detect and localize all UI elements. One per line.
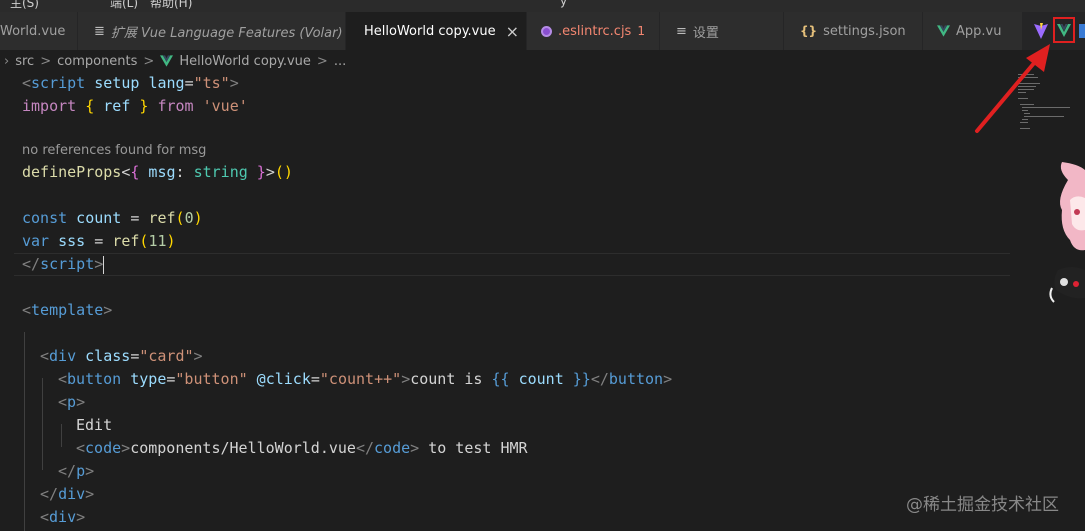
tab-label: App.vu [956, 23, 1002, 39]
code-line: const count = ref(0) [22, 209, 203, 227]
tab-app-vue[interactable]: App.vu [923, 12, 1023, 50]
codelens-references[interactable]: no references found for msg [22, 141, 206, 161]
code-line: import { ref } from 'vue' [22, 97, 248, 115]
vue-icon [937, 25, 950, 37]
editor-tab-bar: World.vue ≣ 扩展 Vue Language Features (Vo… [0, 12, 1085, 50]
settings-icon: ≡ [676, 23, 687, 39]
minimap-line [1018, 83, 1040, 84]
breadcrumb-separator: > [143, 53, 155, 69]
anime-character-image [1049, 162, 1085, 303]
minimap-line [1022, 119, 1028, 120]
eslint-dot-icon [541, 25, 552, 37]
breadcrumb: › src > components > HelloWorld copy.vue… [0, 50, 1004, 72]
breadcrumb-symbol[interactable]: ... [334, 54, 346, 69]
code-line: <code>components/HelloWorld.vue</code> t… [76, 439, 528, 457]
tab-label: .eslintrc.cjs [558, 23, 632, 39]
code-line: </div> [40, 485, 95, 503]
text-cursor [103, 255, 105, 274]
minimap-line [1020, 122, 1028, 123]
code-editor[interactable]: <script setup lang="ts"> import { ref } … [0, 72, 1010, 531]
code-line: defineProps<{ msg: string }>() [22, 163, 293, 181]
tab-label: World.vue [0, 23, 66, 39]
tab-helloworld-copy[interactable]: HelloWorld copy.vue × [346, 12, 527, 50]
tab-label: 扩展 Vue Language Features (Volar) [110, 25, 343, 41]
minimap-line [1018, 89, 1034, 90]
code-line: <template> [22, 301, 113, 319]
code-line: Edit [76, 416, 113, 434]
minimap-line [1024, 113, 1030, 114]
minimap-line [1024, 116, 1064, 117]
breadcrumb-separator: › [4, 53, 10, 69]
breadcrumb-separator: > [40, 53, 52, 69]
minimap-line [1020, 104, 1034, 105]
close-icon[interactable]: × [506, 22, 519, 41]
minimap-line [1018, 86, 1036, 87]
code-line: <script setup lang="ts"> [22, 74, 239, 92]
current-line-highlight [14, 253, 1010, 276]
breadcrumb-file[interactable]: HelloWorld copy.vue [179, 54, 311, 69]
vite-icon[interactable] [1033, 22, 1049, 40]
minimap-line [1022, 110, 1028, 111]
tab-label: settings.json [823, 23, 906, 39]
menu-fragment: y [560, 0, 568, 8]
menu-fragment[interactable]: 主(S) [10, 0, 39, 11]
indent-guide [61, 424, 62, 447]
indent-guide [42, 378, 43, 470]
minimap-line [1018, 77, 1038, 78]
tab-eslintrc[interactable]: .eslintrc.cjs 1 [527, 12, 660, 50]
menu-fragment[interactable]: 帮助(H) [150, 0, 192, 11]
vue-icon [160, 55, 174, 67]
indent-guide [24, 332, 25, 531]
tab-label: HelloWorld copy.vue [364, 23, 496, 39]
editor-actions [1025, 12, 1085, 50]
breadcrumb-separator: > [316, 53, 328, 69]
json-braces-icon: {} [800, 24, 818, 38]
minimap-line [1020, 128, 1030, 129]
minimap-line [1018, 92, 1026, 93]
code-line: var sss = ref(11) [22, 232, 176, 250]
menu-fragment[interactable]: 端(L) [110, 0, 138, 11]
extensions-icon: ≣ [94, 23, 105, 39]
watermark: @稀土掘金技术社区 [906, 495, 1059, 515]
problem-count-badge: 1 [637, 24, 645, 38]
overflow-indicator[interactable] [1079, 24, 1085, 38]
minimap-line [1018, 98, 1028, 99]
code-line: <div> [40, 508, 86, 526]
code-line: <div class="card"> [40, 347, 203, 365]
tab-settings-json[interactable]: {} settings.json [784, 12, 923, 50]
minimap-line [1018, 74, 1034, 75]
volar-icon [1057, 23, 1071, 37]
volar-button[interactable] [1053, 17, 1075, 43]
tab-settings[interactable]: ≡ 设置 [660, 12, 784, 50]
tab-label: 设置 [692, 25, 719, 41]
code-line: </script> [22, 255, 105, 274]
breadcrumb-src[interactable]: src [15, 54, 34, 69]
code-line: <button type="button" @click="count++">c… [58, 370, 673, 388]
breadcrumb-components[interactable]: components [57, 54, 137, 69]
minimap-line [1022, 107, 1070, 108]
code-line: </p> [58, 462, 95, 480]
menu-bar-strip: 主(S) 端(L) 帮助(H) y [0, 0, 1085, 12]
code-line: <p> [58, 393, 86, 411]
tab-volar-extension[interactable]: ≣ 扩展 Vue Language Features (Volar) [78, 12, 346, 50]
tab-world-vue[interactable]: World.vue [0, 12, 78, 50]
